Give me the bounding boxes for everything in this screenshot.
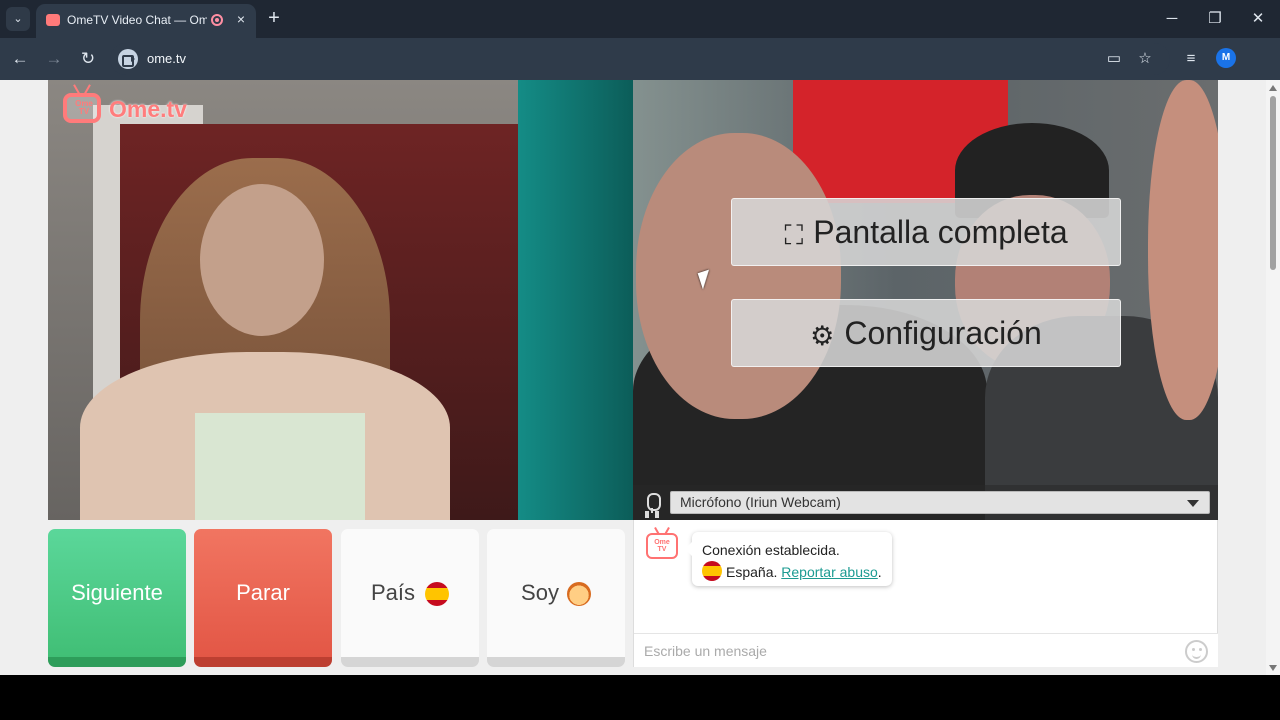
ometv-logo: Ome TV Ome.tv <box>63 90 187 128</box>
microphone-bar: Micrófono (Iriun Webcam) <box>633 485 1218 520</box>
new-tab-button[interactable]: + <box>263 8 285 30</box>
fullscreen-label: Pantalla completa <box>813 214 1068 250</box>
fullscreen-icon: ⛶ <box>784 219 804 250</box>
tv-logo-icon: Ome TV <box>63 93 101 123</box>
browser-toolbar: ← → ↻ ome.tv ▭ ☆ ≡ M <box>0 38 1280 80</box>
country-button[interactable]: País <box>341 529 479 667</box>
system-message: Conexión establecida. España. Reportar a… <box>685 532 892 586</box>
profile-avatar[interactable]: M <box>1216 48 1236 68</box>
person-top <box>195 413 365 520</box>
tab-title: OmeTV Video Chat — Ome <box>67 13 207 27</box>
ometv-chat-logo-icon: Ome TV <box>646 533 678 559</box>
scroll-thumb[interactable] <box>1270 96 1276 270</box>
address-bar[interactable]: ome.tv <box>110 43 1170 75</box>
connection-message: Conexión establecida. <box>702 542 840 558</box>
ometv-favicon-icon <box>46 14 60 26</box>
stranger-video: Ome TV Ome.tv <box>48 80 633 520</box>
report-abuse-link[interactable]: Reportar abuso <box>781 564 878 580</box>
scroll-down-arrow-icon[interactable] <box>1269 665 1277 671</box>
microphone-select[interactable]: Micrófono (Iriun Webcam) <box>670 491 1210 514</box>
self-video: ⛶ Pantalla completa ⚙ Configuración Micróf… <box>633 80 1218 520</box>
video-chat-site-icon[interactable] <box>118 49 138 69</box>
chat-logo-text: Ome TV <box>654 539 670 553</box>
browser-titlebar: ⌄ OmeTV Video Chat — Ome × + ─ ❐ ✕ <box>0 0 1280 38</box>
active-tab[interactable]: OmeTV Video Chat — Ome × <box>36 4 256 38</box>
chat-panel: Ome TV Conexión establecida. España. Rep… <box>633 520 1218 667</box>
tab-list-icon[interactable]: ⌄ <box>6 7 30 31</box>
page-scrollbar[interactable] <box>1266 80 1280 675</box>
country-name: España. <box>726 564 778 580</box>
boy-emoji-icon <box>566 582 591 607</box>
settings-button[interactable]: ⚙ Configuración <box>731 299 1121 367</box>
emoji-icon[interactable] <box>1185 640 1208 663</box>
settings-label: Configuración <box>844 315 1042 351</box>
tab-close-icon[interactable]: × <box>233 11 249 27</box>
cast-icon[interactable]: ▭ <box>1103 48 1125 70</box>
right-person-face <box>1148 80 1218 420</box>
media-controls-icon[interactable]: ≡ <box>1180 48 1202 70</box>
message-input[interactable] <box>644 641 1164 661</box>
gender-button[interactable]: Soy <box>487 529 625 667</box>
country-message: España. Reportar abuso. <box>702 561 882 583</box>
country-label: País <box>370 580 416 605</box>
back-button[interactable]: ← <box>8 47 32 71</box>
scroll-up-arrow-icon[interactable] <box>1269 85 1277 91</box>
minimize-button[interactable]: ─ <box>1160 8 1184 30</box>
recording-icon <box>211 14 223 26</box>
close-window-button[interactable]: ✕ <box>1246 8 1270 30</box>
front-person-face <box>636 133 841 419</box>
logo-box-text: Ome TV <box>75 99 93 116</box>
spain-flag-icon <box>425 582 450 607</box>
logo-wordmark: Ome.tv <box>109 96 187 122</box>
message-composer <box>634 633 1218 667</box>
gear-icon: ⚙ <box>810 320 835 351</box>
chat-controls: Siguiente Parar País Soy <box>48 529 625 667</box>
report-period: . <box>877 564 882 580</box>
microphone-icon <box>644 493 661 513</box>
stop-button[interactable]: Parar <box>194 529 332 667</box>
teal-curtain <box>518 80 633 520</box>
bookmark-star-icon[interactable]: ☆ <box>1134 48 1156 70</box>
chevron-down-icon[interactable] <box>1187 500 1199 507</box>
next-button[interactable]: Siguiente <box>48 529 186 667</box>
spain-flag-icon <box>702 561 722 581</box>
selected-microphone: Micrófono (Iriun Webcam) <box>680 494 841 510</box>
forward-button[interactable]: → <box>42 47 66 71</box>
address-url[interactable]: ome.tv <box>147 51 186 66</box>
fullscreen-button[interactable]: ⛶ Pantalla completa <box>731 198 1121 266</box>
reload-button[interactable]: ↻ <box>76 47 100 71</box>
person-face <box>200 184 324 336</box>
gender-label: Soy <box>521 580 559 605</box>
maximize-button[interactable]: ❐ <box>1203 8 1227 30</box>
